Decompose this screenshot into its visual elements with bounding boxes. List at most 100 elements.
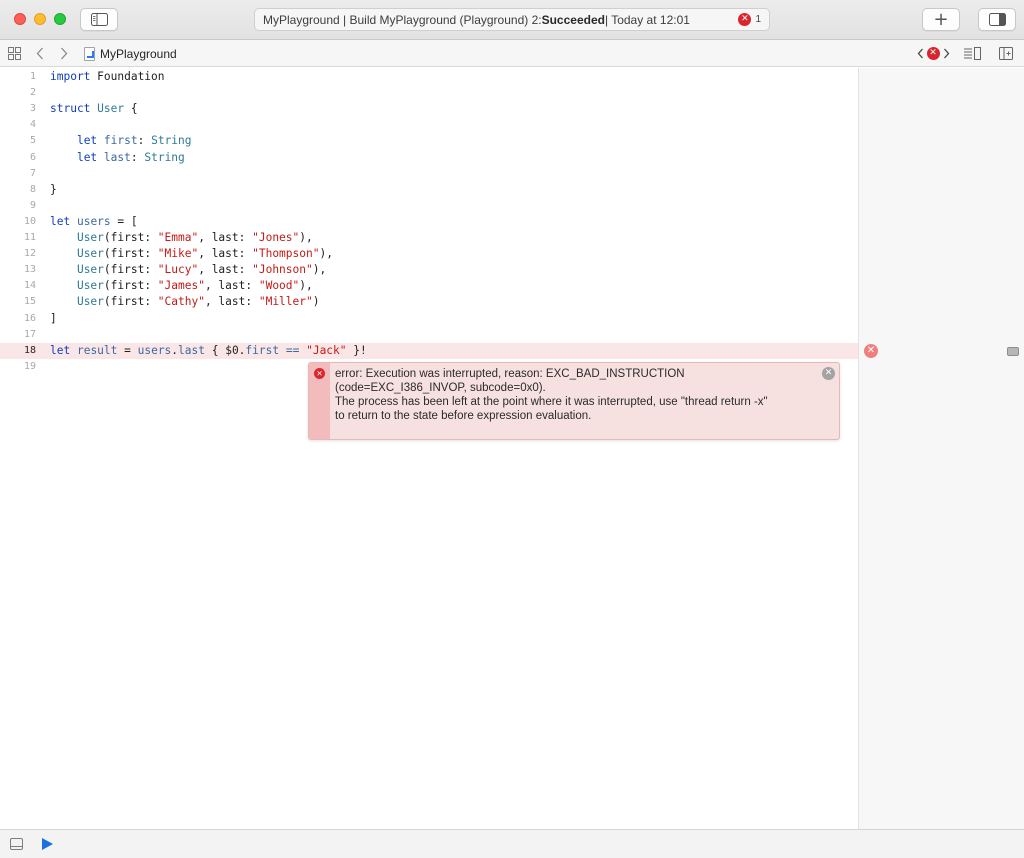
related-items-button[interactable] <box>7 45 22 62</box>
code-token: let <box>76 134 98 148</box>
code-line[interactable]: 6 let last: String <box>0 150 858 166</box>
activity-suffix: | Today at 12:01 <box>604 12 690 27</box>
grid-icon <box>8 47 21 60</box>
code-token: , last: <box>198 263 253 277</box>
code-token: ) <box>312 295 320 309</box>
code-line[interactable]: 2 <box>0 85 858 101</box>
code-token: "James" <box>157 279 205 293</box>
code-token: = [ <box>110 214 138 228</box>
code-line[interactable]: 8} <box>0 182 858 198</box>
code-line[interactable]: 9 <box>0 198 858 214</box>
code-token: "Cathy" <box>157 295 205 309</box>
dismiss-error-button[interactable]: ✕ <box>822 367 835 380</box>
line-number: 10 <box>23 215 36 227</box>
code-token: let <box>76 150 98 164</box>
code-line[interactable]: 14 User(first: "James", last: "Wood"), <box>0 278 858 294</box>
code-token: (first: <box>103 279 158 293</box>
code-token: let <box>50 214 71 228</box>
code-token: User <box>76 247 104 261</box>
code-token: ), <box>299 279 313 293</box>
code-line[interactable]: 5 let first: String <box>0 133 858 149</box>
inspector-toggle-button[interactable] <box>978 8 1016 31</box>
line-number: 15 <box>23 296 36 308</box>
line-number: 17 <box>23 328 36 340</box>
line-number: 2 <box>29 87 36 99</box>
playground-file-icon <box>84 46 95 61</box>
code-token: User <box>76 263 104 277</box>
source-editor[interactable]: 1 import Foundation 2 3 struct User {4 5 let … <box>0 68 858 829</box>
code-token: last <box>178 343 205 357</box>
code-text: let users = [ <box>50 214 138 230</box>
code-token: users <box>137 343 172 357</box>
line-number: 18 <box>23 344 36 356</box>
code-line[interactable]: 4 <box>0 117 858 133</box>
code-token: (first: <box>103 295 158 309</box>
code-token: "Emma" <box>157 231 199 244</box>
code-line[interactable]: 16] <box>0 311 858 327</box>
code-token: , last: <box>204 295 259 309</box>
chevron-right-icon <box>943 48 949 59</box>
code-token: "Jack" <box>306 343 347 357</box>
debug-area-icon[interactable] <box>10 838 23 850</box>
code-line[interactable]: 15 User(first: "Cathy", last: "Miller") <box>0 294 858 310</box>
code-line[interactable]: 17 <box>0 327 858 343</box>
play-icon[interactable] <box>42 838 53 850</box>
code-text: import Foundation <box>50 69 165 85</box>
code-line[interactable]: 12 User(first: "Mike", last: "Thompson")… <box>0 246 858 262</box>
navigate-forward-button[interactable] <box>58 45 70 62</box>
code-token: "Miller" <box>258 295 313 309</box>
zoom-window-button[interactable] <box>54 13 66 25</box>
sidebar-right-icon <box>988 13 1006 26</box>
code-token: import <box>50 70 91 83</box>
editor-options-button[interactable] <box>962 45 982 62</box>
breadcrumb[interactable]: MyPlayground <box>84 45 177 62</box>
code-text: User(first: "James", last: "Wood"), <box>50 278 313 294</box>
code-token: , last: <box>198 231 253 244</box>
navigator-toggle-button[interactable] <box>80 8 118 31</box>
code-token: last <box>103 150 131 164</box>
line-number: 13 <box>23 264 36 276</box>
code-line[interactable]: 10 let users = [ <box>0 214 858 230</box>
code-line[interactable]: 1 import Foundation <box>0 69 858 85</box>
code-token: "Thompson" <box>252 247 320 261</box>
window-titlebar: MyPlayground | Build MyPlayground (Playg… <box>0 0 1024 40</box>
quick-look-icon[interactable] <box>1007 347 1019 356</box>
code-token: User <box>76 231 104 244</box>
close-window-button[interactable] <box>14 13 26 25</box>
error-message-text: error: Execution was interrupted, reason… <box>335 368 768 422</box>
code-text: User(first: "Mike", last: "Thompson"), <box>50 246 333 262</box>
code-token: users <box>76 214 111 228</box>
code-token: User <box>97 102 125 116</box>
build-issues-badge[interactable]: ✕ 1 <box>738 13 761 26</box>
code-token: } <box>50 182 57 196</box>
library-add-button[interactable]: + <box>922 8 960 31</box>
issue-navigator-control[interactable]: ✕ <box>912 45 954 62</box>
chevron-left-icon <box>36 47 43 60</box>
code-line[interactable]: 3 struct User { <box>0 101 858 117</box>
code-line[interactable]: 11 User(first: "Emma", last: "Jones"), <box>0 230 858 246</box>
minimize-window-button[interactable] <box>34 13 46 25</box>
code-token: Foundation <box>90 70 165 83</box>
code-text: } <box>50 182 57 198</box>
line-number: 7 <box>29 167 36 179</box>
code-token: ] <box>50 311 57 325</box>
code-line[interactable]: 7 <box>0 166 858 182</box>
code-token: "Johnson" <box>252 263 313 277</box>
code-token: = <box>117 343 138 357</box>
code-token: "Jones" <box>252 231 300 244</box>
line-error-icon[interactable]: ✕ <box>864 344 878 358</box>
lines-icon <box>963 47 981 60</box>
navigate-back-button[interactable] <box>34 45 46 62</box>
split-editor-button[interactable] <box>998 45 1014 62</box>
code-token: ), <box>312 263 327 277</box>
activity-prefix: MyPlayground | Build MyPlayground (Playg… <box>263 12 542 27</box>
code-line-error[interactable]: 18 let result = users.last { $0.first == … <box>0 342 858 359</box>
code-line[interactable]: 13 User(first: "Lucy", last: "Johnson"), <box>0 262 858 278</box>
